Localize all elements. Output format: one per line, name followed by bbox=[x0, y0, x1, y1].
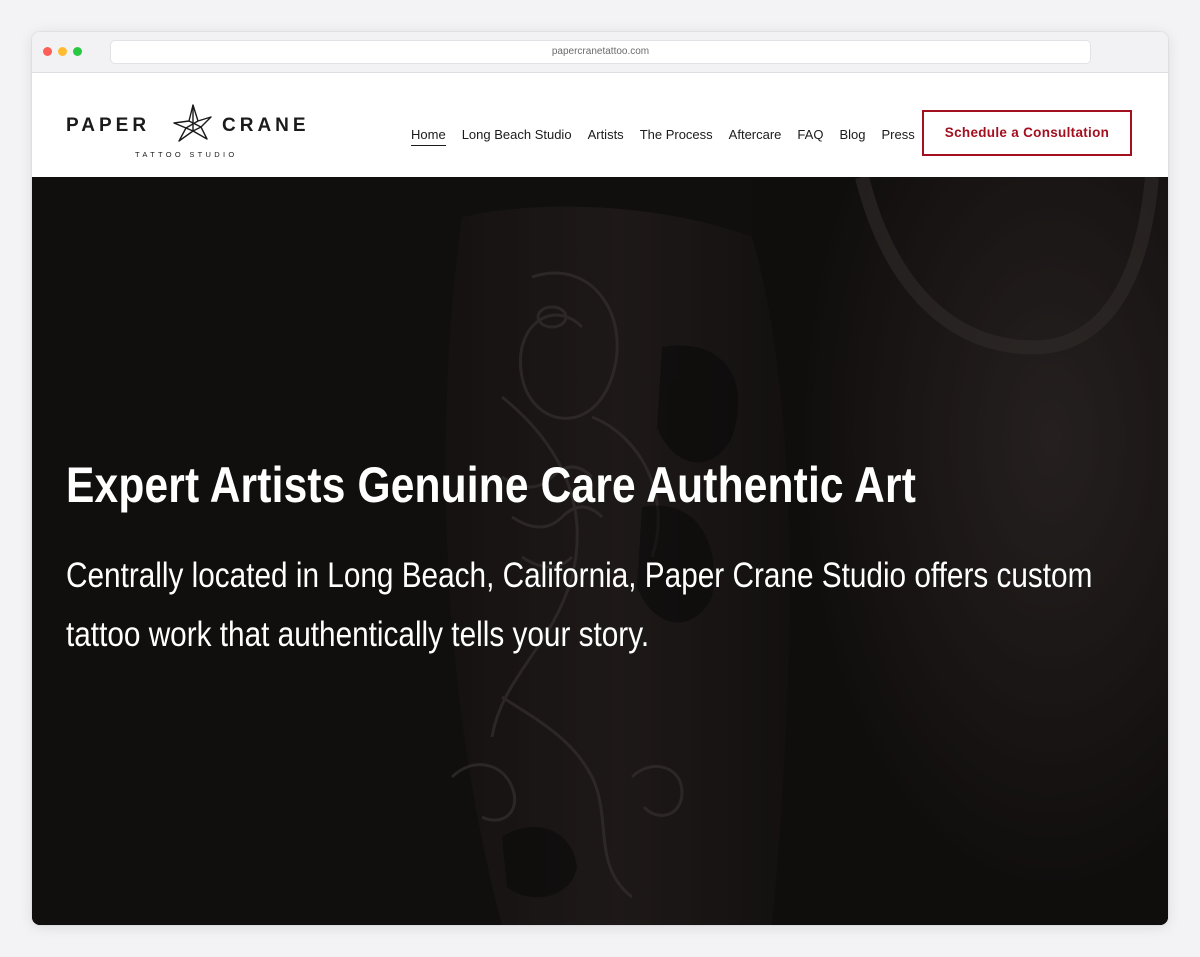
nav-item-home[interactable]: Home bbox=[411, 126, 446, 146]
origami-crane-icon bbox=[173, 104, 212, 142]
nav-item-the-process[interactable]: The Process bbox=[640, 126, 713, 146]
nav-item-press[interactable]: Press bbox=[881, 126, 914, 146]
hero-title: Expert Artists Genuine Care Authentic Ar… bbox=[66, 457, 917, 513]
main-nav: Home Long Beach Studio Artists The Proce… bbox=[411, 126, 915, 146]
close-window-button[interactable] bbox=[43, 47, 52, 56]
minimize-window-button[interactable] bbox=[58, 47, 67, 56]
address-bar[interactable]: papercranetattoo.com bbox=[110, 40, 1091, 64]
nav-item-faq[interactable]: FAQ bbox=[797, 126, 823, 146]
logo-subtitle: TATTOO STUDIO bbox=[135, 150, 238, 159]
maximize-window-button[interactable] bbox=[73, 47, 82, 56]
site-logo[interactable]: PAPER CRANE TATTOO STUDIO bbox=[66, 103, 324, 159]
nav-item-artists[interactable]: Artists bbox=[588, 126, 624, 146]
hero-description: Centrally located in Long Beach, Califor… bbox=[66, 556, 1093, 654]
nav-item-blog[interactable]: Blog bbox=[839, 126, 865, 146]
logo-word-crane: CRANE bbox=[222, 115, 310, 136]
nav-item-aftercare[interactable]: Aftercare bbox=[729, 126, 782, 146]
site-header: PAPER CRANE TATTOO STUDIO Home Long Beac… bbox=[32, 73, 1168, 177]
nav-item-long-beach-studio[interactable]: Long Beach Studio bbox=[462, 126, 572, 146]
browser-chrome: papercranetattoo.com bbox=[32, 32, 1168, 73]
hero-section: Expert Artists Genuine Care Authentic Ar… bbox=[32, 177, 1168, 925]
schedule-consultation-button[interactable]: Schedule a Consultation bbox=[922, 110, 1132, 156]
browser-window: papercranetattoo.com PAPER CRANE TATTOO … bbox=[32, 32, 1168, 925]
logo-word-paper: PAPER bbox=[66, 115, 151, 136]
